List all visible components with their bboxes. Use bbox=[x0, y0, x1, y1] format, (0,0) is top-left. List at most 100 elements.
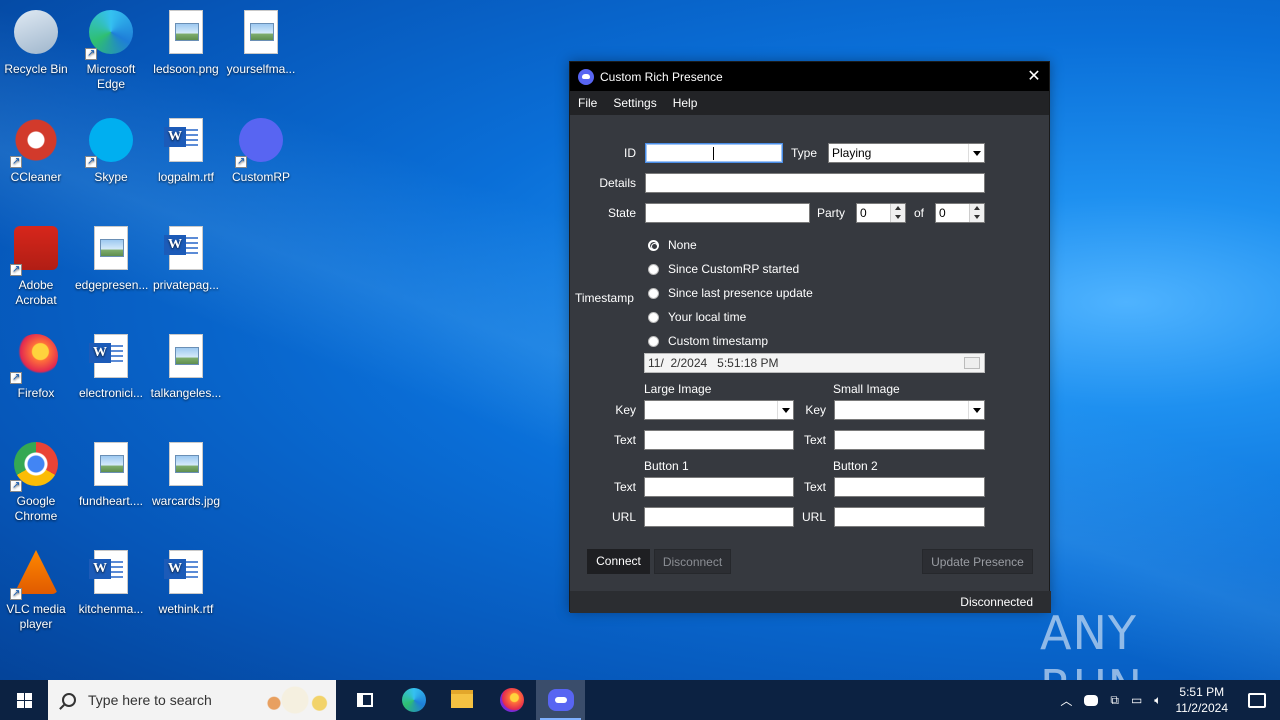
taskbar-search[interactable]: Type here to search bbox=[48, 680, 336, 720]
radio-button[interactable] bbox=[648, 239, 659, 251]
desktop-icon[interactable]: Adobe Acrobat bbox=[0, 224, 72, 308]
type-select[interactable]: Playing bbox=[828, 143, 985, 163]
button1-url-label: URL bbox=[611, 510, 636, 524]
desktop-icon[interactable]: CustomRP bbox=[225, 116, 297, 185]
desktop-icon-label: Google Chrome bbox=[14, 494, 58, 523]
discord-tray-icon[interactable] bbox=[1084, 694, 1099, 706]
word-file-icon bbox=[87, 334, 135, 382]
desktop-icon[interactable]: Microsoft Edge bbox=[75, 8, 147, 92]
radio-since-started[interactable]: Since CustomRP started bbox=[648, 262, 799, 276]
desktop-icon-label: kitchenma... bbox=[78, 602, 144, 616]
shortcut-arrow-icon bbox=[10, 262, 22, 277]
details-input[interactable] bbox=[645, 173, 985, 193]
start-button[interactable] bbox=[0, 680, 48, 720]
desktop-icon-label: warcards.jpg bbox=[151, 494, 221, 508]
radio-none[interactable]: None bbox=[648, 238, 697, 252]
large-image-key-select[interactable] bbox=[644, 400, 794, 420]
firefox-icon bbox=[10, 334, 60, 385]
desktop-icon[interactable]: logpalm.rtf bbox=[150, 116, 222, 185]
small-image-text-input[interactable] bbox=[834, 430, 985, 450]
radio-button[interactable] bbox=[648, 287, 659, 299]
radio-button[interactable] bbox=[648, 311, 659, 323]
desktop-icon[interactable]: talkangeles... bbox=[150, 332, 222, 401]
radio-button[interactable] bbox=[648, 335, 659, 347]
desktop-icon[interactable]: Recycle Bin bbox=[0, 8, 72, 77]
id-input[interactable] bbox=[645, 143, 783, 163]
large-image-text-input[interactable] bbox=[644, 430, 794, 450]
acrobat-icon bbox=[10, 226, 60, 277]
button1-text-input[interactable] bbox=[644, 477, 794, 497]
radio-since-last-update[interactable]: Since last presence update bbox=[648, 286, 813, 300]
party-label: Party bbox=[817, 206, 846, 220]
datetime-value: 11/ 2/2024 5:51:18 PM bbox=[648, 356, 779, 370]
calendar-icon[interactable] bbox=[964, 357, 980, 369]
image-file-icon bbox=[162, 10, 210, 58]
button2-text-input[interactable] bbox=[834, 477, 985, 497]
disconnect-button[interactable]: Disconnect bbox=[654, 549, 731, 574]
desktop-icon[interactable]: ledsoon.png bbox=[150, 8, 222, 77]
large-image-label: Large Image bbox=[644, 382, 712, 396]
desktop-icon[interactable]: edgepresen... bbox=[75, 224, 148, 293]
taskbar-customrp[interactable] bbox=[536, 680, 585, 720]
state-input[interactable] bbox=[645, 203, 810, 223]
details-label: Details bbox=[599, 176, 636, 190]
radio-button[interactable] bbox=[648, 263, 659, 275]
desktop-icon[interactable]: Firefox bbox=[0, 332, 72, 401]
button2-url-input[interactable] bbox=[834, 507, 985, 527]
button2-label: Button 2 bbox=[833, 459, 878, 473]
small-image-label: Small Image bbox=[833, 382, 900, 396]
taskbar-edge[interactable] bbox=[389, 680, 438, 720]
chevron-down-icon bbox=[968, 401, 984, 419]
taskbar-file-explorer[interactable] bbox=[438, 680, 487, 720]
desktop-icon[interactable]: VLC media player bbox=[0, 548, 72, 632]
meet-icon[interactable]: ⧉ bbox=[1110, 693, 1119, 708]
file-thumbnail bbox=[164, 550, 203, 594]
desktop-icon[interactable]: fundheart.... bbox=[75, 440, 147, 509]
network-icon[interactable]: ▭ bbox=[1131, 693, 1142, 707]
update-presence-button[interactable]: Update Presence bbox=[922, 549, 1033, 574]
desktop-icon[interactable]: warcards.jpg bbox=[150, 440, 222, 509]
chevron-up-icon[interactable]: ︿ bbox=[1060, 692, 1072, 709]
search-icon bbox=[62, 693, 76, 707]
radio-local-time[interactable]: Your local time bbox=[648, 310, 746, 324]
custom-datetime-picker[interactable]: 11/ 2/2024 5:51:18 PM bbox=[644, 353, 985, 373]
skype-icon bbox=[85, 118, 135, 169]
clock[interactable]: 5:51 PM 11/2/2024 bbox=[1176, 684, 1229, 716]
file-thumbnail bbox=[169, 334, 203, 378]
party-max-stepper[interactable]: 0 bbox=[935, 203, 985, 223]
small-image-key-select[interactable] bbox=[834, 400, 985, 420]
desktop-icon[interactable]: electronici... bbox=[75, 332, 147, 401]
radio-custom-timestamp[interactable]: Custom timestamp bbox=[648, 334, 768, 348]
desktop-icon[interactable]: kitchenma... bbox=[75, 548, 147, 617]
desktop-icon[interactable]: Google Chrome bbox=[0, 440, 72, 524]
volume-icon[interactable]: 🔈︎ bbox=[1154, 693, 1161, 708]
desktop-icon[interactable]: Skype bbox=[75, 116, 147, 185]
desktop-icon-label: CustomRP bbox=[231, 170, 290, 184]
spin-arrows-icon[interactable] bbox=[969, 204, 984, 222]
file-thumbnail bbox=[244, 10, 278, 54]
desktop-icon[interactable]: wethink.rtf bbox=[150, 548, 222, 617]
desktop-icon[interactable]: privatepag... bbox=[150, 224, 222, 293]
shortcut-arrow-icon bbox=[10, 586, 22, 601]
of-label: of bbox=[914, 206, 925, 220]
task-view-button[interactable] bbox=[340, 680, 389, 720]
type-select-value: Playing bbox=[832, 146, 872, 160]
desktop-icon-label: ledsoon.png bbox=[153, 62, 219, 76]
button2-url-label: URL bbox=[801, 510, 826, 524]
shortcut-arrow-icon bbox=[10, 154, 22, 169]
app-glyph bbox=[14, 10, 58, 54]
desktop-icon-label: privatepag... bbox=[152, 278, 220, 292]
notification-icon[interactable] bbox=[1248, 692, 1266, 708]
large-text-label: Text bbox=[613, 433, 636, 447]
button1-url-input[interactable] bbox=[644, 507, 794, 527]
party-max-value: 0 bbox=[939, 206, 946, 220]
spin-arrows-icon[interactable] bbox=[890, 204, 905, 222]
image-file-icon bbox=[162, 442, 210, 490]
party-size-stepper[interactable]: 0 bbox=[856, 203, 906, 223]
desktop-icon[interactable]: yourselfma... bbox=[225, 8, 297, 77]
taskbar-firefox[interactable] bbox=[487, 680, 536, 720]
connect-button[interactable]: Connect bbox=[587, 549, 650, 574]
image-file-icon bbox=[87, 442, 135, 490]
desktop-icon[interactable]: CCleaner bbox=[0, 116, 72, 185]
windows-icon bbox=[17, 693, 32, 708]
